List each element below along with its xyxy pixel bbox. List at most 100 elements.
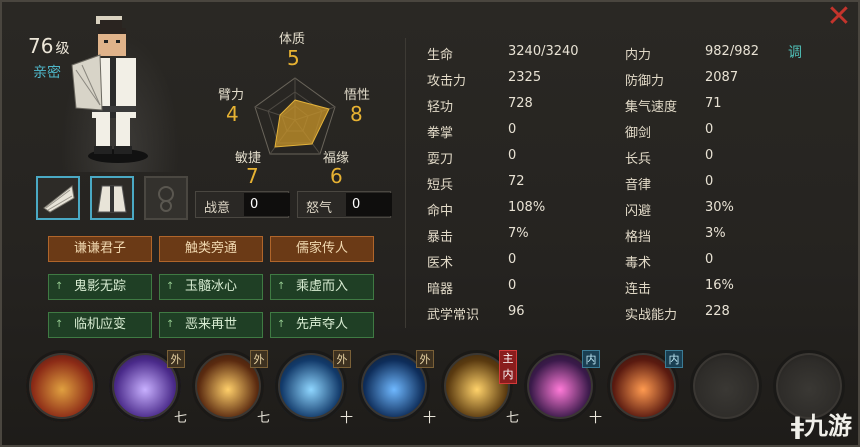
attribute-label: 耍刀 [427,152,454,167]
water-skill-icon[interactable]: 外十 [275,350,353,426]
fan-wind-skill-icon[interactable]: 外七 [109,350,187,426]
inner-skill-icon[interactable]: 主内七 [441,350,519,426]
skill-level: 七 [256,411,270,426]
stat-value-insight: 8 [350,102,363,126]
attribute-value: 0 [508,122,517,137]
relation-status: 亲密 [33,65,61,81]
trait-tag[interactable]: 谦谦君子 [48,236,152,262]
skill-type-badge: 内 [582,350,600,368]
attribute-value: 0 [705,174,714,189]
stat-label-strength: 臂力 [218,88,245,103]
attribute-label: 连击 [625,282,652,297]
flame-skill-icon[interactable]: 内 [607,350,683,422]
up-arrow-icon: ↑ [166,319,175,330]
up-arrow-icon: ↑ [55,281,64,292]
stat-value-strength: 4 [226,102,239,126]
radar-value-polygon [274,99,330,148]
up-arrow-icon: ↑ [277,281,286,292]
skill-type-badge: 外 [167,350,185,368]
attribute-label: 轻功 [427,100,454,115]
stat-value-constitution: 5 [287,46,300,70]
skill-level: 七 [173,411,187,426]
trait-tag[interactable]: 儒家传人 [270,236,374,262]
up-arrow-icon: ↑ [277,319,286,330]
stat-label-constitution: 体质 [279,32,306,47]
attribute-label: 攻击力 [427,74,467,89]
trait-tag[interactable]: ↑ 先声夺人 [270,312,374,338]
stat-value-luck: 6 [330,164,343,188]
attribute-value: 982/982 [705,44,760,59]
trait-tag[interactable]: ↑ 恶来再世 [159,312,263,338]
equipment-slot-accessory[interactable] [144,176,188,220]
trait-label: 乘虚而入 [295,279,348,294]
attribute-label: 集气速度 [625,100,678,115]
trait-tag[interactable]: ↑ 临机应变 [48,312,152,338]
attribute-label: 暴击 [427,230,454,245]
attribute-label: 闪避 [625,204,652,219]
trait-label: 儒家传人 [295,241,348,256]
attribute-label: 长兵 [625,152,652,167]
character-portrait [71,16,148,163]
rage-label: 怒气 [306,201,333,216]
attribute-value: 2087 [705,70,739,85]
attribute-value: 0 [508,148,517,163]
watermark-glyph: ǂ [790,412,804,440]
attribute-label: 御剑 [625,126,652,141]
fan-fire-skill-icon[interactable]: 外七 [192,350,270,426]
attribute-label: 拳掌 [427,126,454,141]
attribute-value: 72 [508,174,525,189]
empty-skill-slot[interactable] [690,350,762,422]
watermark-text: 九游 [804,412,852,440]
attribute-value: 2325 [508,70,542,85]
attribute-value: 0 [705,148,714,163]
skill-level: 十 [588,411,602,426]
attribute-label: 短兵 [427,178,454,193]
attribute-label: 内力 [625,48,652,63]
skill-type-badge: 外 [416,350,434,368]
battle-spirit-label: 战意 [204,201,231,216]
stat-label-insight: 悟性 [344,88,371,103]
equipment-slot-armor[interactable] [90,176,134,220]
comet-skill-icon[interactable]: 内十 [524,350,602,426]
trait-label: 谦谦君子 [73,241,126,256]
attribute-label: 暗器 [427,282,454,297]
trait-tag[interactable]: ↑ 鬼影无踪 [48,274,152,300]
attribute-label: 生命 [427,48,454,63]
attribute-label: 医术 [427,256,454,271]
attribute-value: 30% [705,200,734,215]
attribute-value: 228 [705,304,730,319]
watermark-logo: ǂ九游 [791,406,852,441]
equipment-slot-weapon[interactable] [36,176,80,220]
trait-label: 玉髓冰心 [184,279,237,294]
trait-label: 鬼影无踪 [73,279,126,294]
attribute-value: 71 [705,96,722,111]
scroll-skill-icon[interactable] [26,350,98,422]
character-panel: ✕ 76级 亲密 体质 5 [0,0,860,447]
attribute-value: 0 [508,278,517,293]
attribute-value: 7% [508,226,529,241]
attribute-label: 武学常识 [427,308,480,323]
attribute-value: 3% [705,226,726,241]
adjust-button[interactable]: 调 [788,42,802,62]
battle-spirit-box: 战意 0 [195,191,290,218]
attribute-value: 728 [508,96,533,111]
attribute-label: 实战能力 [625,308,678,323]
fan-icon [43,185,75,213]
stat-value-agility: 7 [246,164,259,188]
robe-icon [97,185,127,213]
rage-box: 怒气 0 [297,191,392,218]
attribute-label: 毒术 [625,256,652,271]
trait-tag[interactable]: ↑ 乘虚而入 [270,274,374,300]
attribute-value: 3240/3240 [508,44,579,59]
attribute-value: 0 [705,122,714,137]
attribute-value: 0 [705,252,714,267]
attribute-label: 命中 [427,204,454,219]
vortex-skill-icon[interactable]: 外十 [358,350,436,426]
trait-tag[interactable]: ↑ 玉髓冰心 [159,274,263,300]
section-divider [405,38,406,328]
trait-tag[interactable]: 触类旁通 [159,236,263,262]
close-icon[interactable]: ✕ [824,2,854,32]
attribute-label: 格挡 [625,230,652,245]
skill-type-badge: 外 [333,350,351,368]
skill-level: 十 [339,411,353,426]
